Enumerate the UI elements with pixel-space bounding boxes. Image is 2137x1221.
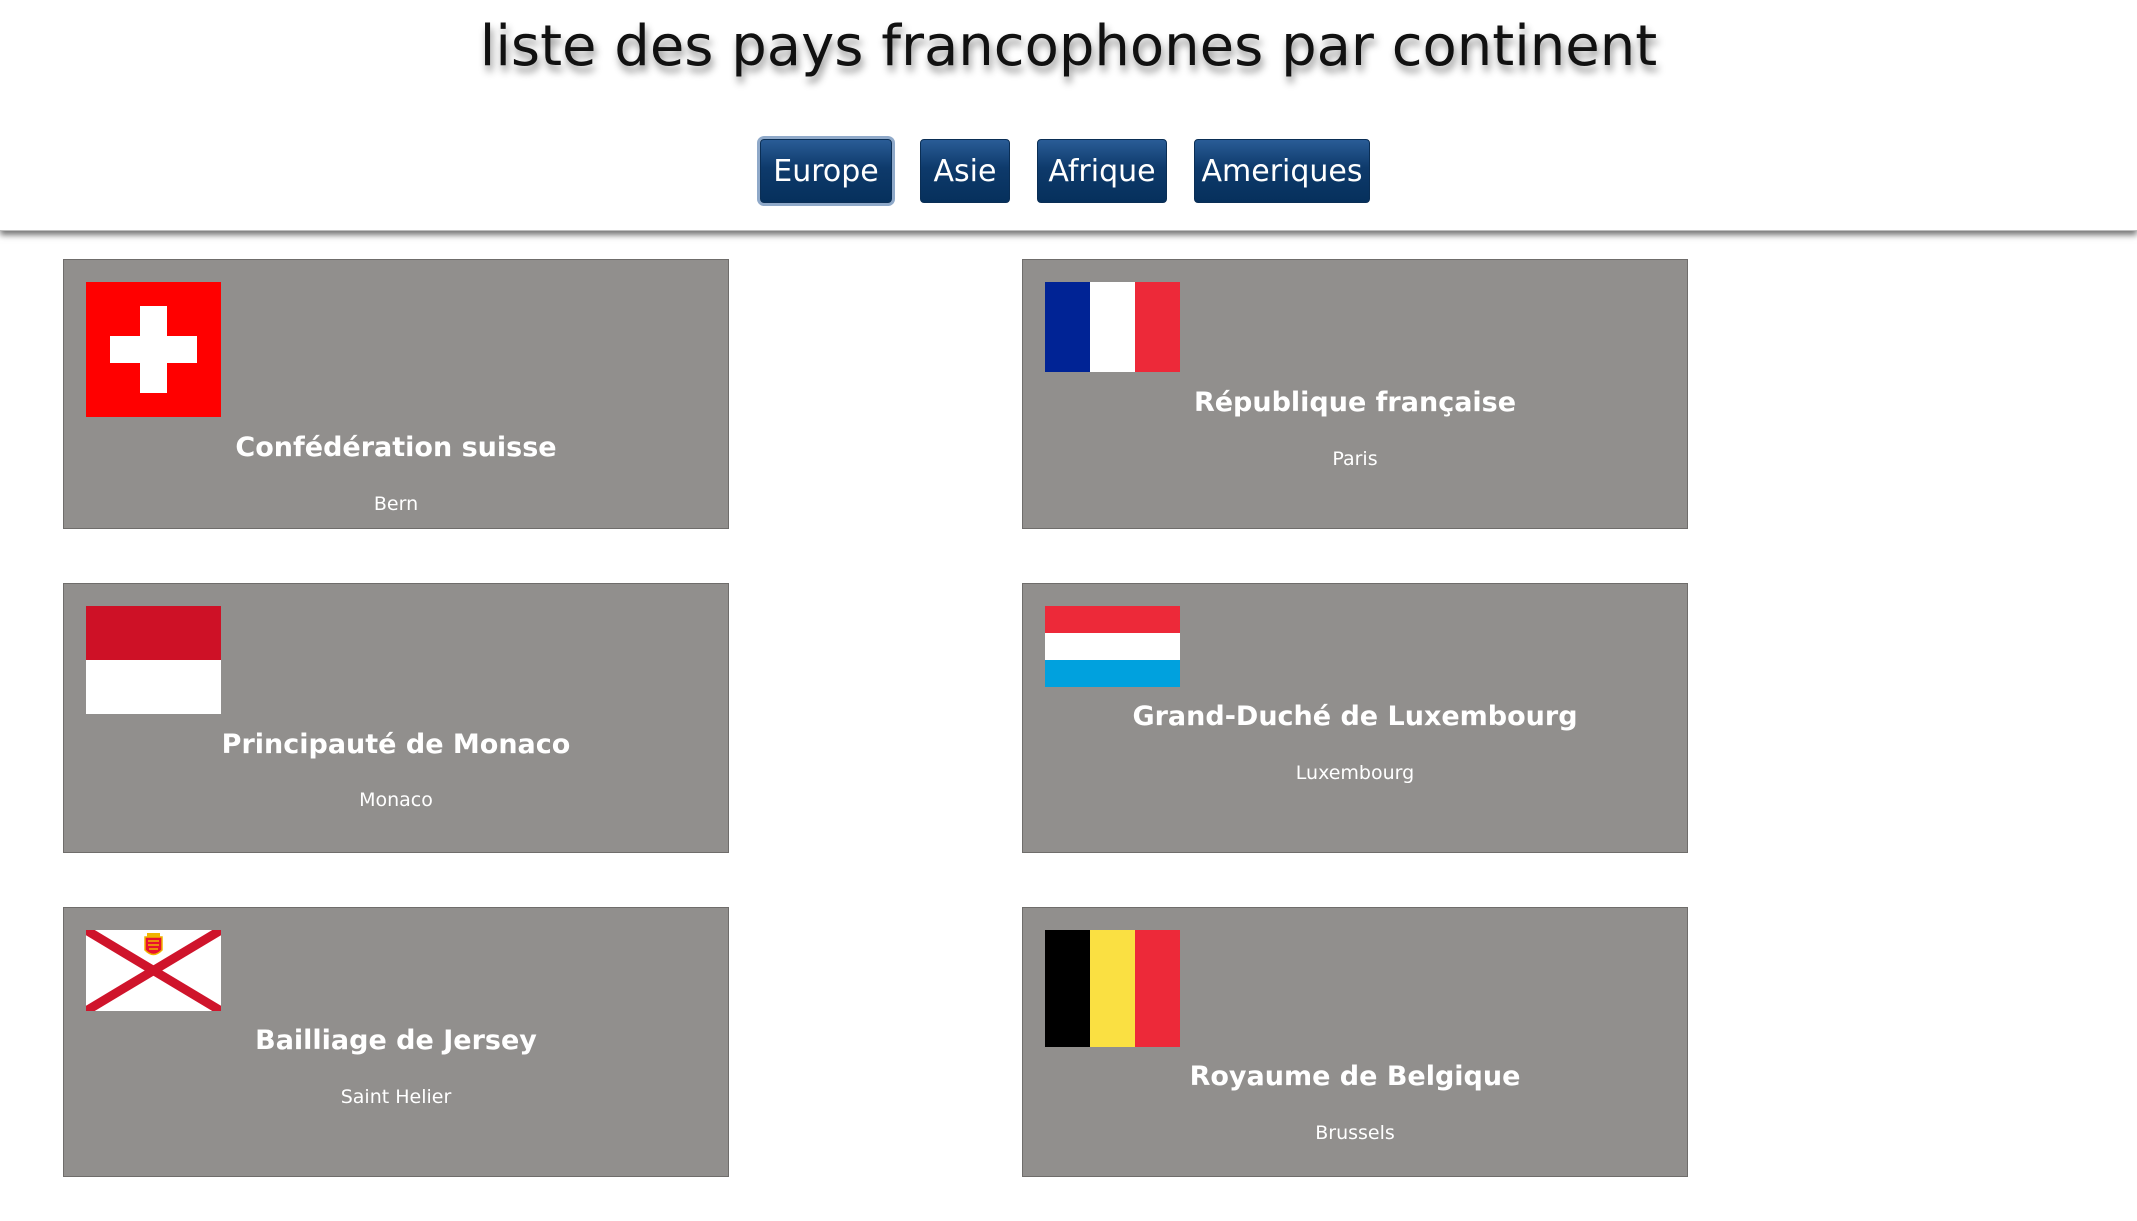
country-capital: Brussels	[1315, 1122, 1395, 1144]
country-card[interactable]: Bailliage de Jersey Saint Helier	[63, 907, 729, 1177]
switzerland-flag-icon	[86, 282, 221, 417]
country-capital: Monaco	[359, 789, 433, 811]
country-name: Bailliage de Jersey	[255, 1025, 537, 1056]
country-capital: Luxembourg	[1295, 762, 1415, 784]
country-card[interactable]: République française Paris	[1022, 259, 1688, 529]
country-card[interactable]: Royaume de Belgique Brussels	[1022, 907, 1688, 1177]
tab-europe[interactable]: Europe	[760, 139, 892, 203]
country-card[interactable]: Confédération suisse Bern	[63, 259, 729, 529]
france-flag-icon	[1045, 282, 1180, 372]
country-capital: Saint Helier	[340, 1086, 452, 1108]
tab-afrique[interactable]: Afrique	[1037, 139, 1167, 203]
country-name: Principauté de Monaco	[221, 729, 571, 760]
country-card[interactable]: Grand-Duché de Luxembourg Luxembourg	[1022, 583, 1688, 853]
monaco-flag-icon	[86, 606, 221, 714]
country-name: Grand-Duché de Luxembourg	[1132, 701, 1578, 732]
country-name: Royaume de Belgique	[1189, 1061, 1521, 1092]
tab-ameriques[interactable]: Ameriques	[1194, 139, 1370, 203]
page-header: liste des pays francophones par continen…	[0, 0, 2137, 231]
country-capital: Bern	[373, 493, 419, 515]
luxembourg-flag-icon	[1045, 606, 1180, 687]
jersey-flag-icon	[86, 930, 221, 1011]
country-name: Confédération suisse	[235, 432, 557, 463]
tab-asie[interactable]: Asie	[920, 139, 1010, 203]
country-name: République française	[1193, 387, 1517, 418]
page-title: liste des pays francophones par continen…	[479, 14, 1658, 79]
country-card[interactable]: Principauté de Monaco Monaco	[63, 583, 729, 853]
country-capital: Paris	[1332, 448, 1378, 470]
belgium-flag-icon	[1045, 930, 1180, 1047]
